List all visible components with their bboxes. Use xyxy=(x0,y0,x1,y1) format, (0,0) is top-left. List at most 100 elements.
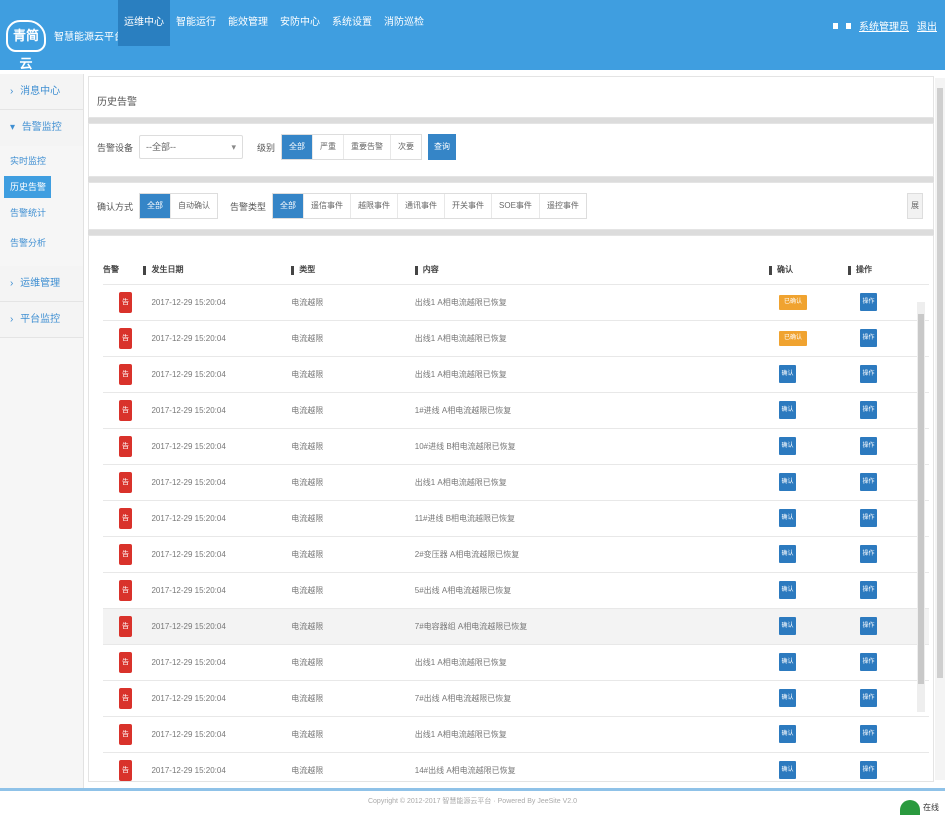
table-row[interactable]: 告 2017-12-29 15:20:04 电流越限 7#出线 A相电流越限已恢复 确认… xyxy=(103,679,929,716)
expand-button[interactable]: 展 xyxy=(907,193,923,219)
nav-item[interactable]: 能效管理 xyxy=(222,0,274,46)
sort-icon[interactable] xyxy=(143,265,147,275)
confirm-button[interactable]: 确认 xyxy=(779,401,797,419)
column-header[interactable]: 确认 xyxy=(769,256,848,284)
logout-link[interactable]: 退出 xyxy=(917,18,937,33)
filter-option[interactable]: 遥控事件 xyxy=(540,194,586,218)
operation-button[interactable]: 操作 xyxy=(859,653,877,671)
page-scrollbar[interactable] xyxy=(935,78,945,780)
scroll-thumb[interactable] xyxy=(918,314,924,684)
operation-button[interactable]: 操作 xyxy=(859,473,877,491)
column-header[interactable]: 发生日期 xyxy=(143,256,291,284)
sidebar-group[interactable]: › 消息中心 xyxy=(0,74,83,110)
page-scroll-thumb[interactable] xyxy=(937,88,943,678)
confirm-button[interactable]: 确认 xyxy=(779,437,797,455)
operation-button[interactable]: 操作 xyxy=(859,689,877,707)
alarm-icon[interactable]: 告 xyxy=(119,759,132,781)
operation-button[interactable]: 操作 xyxy=(859,581,877,599)
nav-item[interactable]: 智能运行 xyxy=(170,0,222,46)
alarm-icon[interactable]: 告 xyxy=(119,363,132,385)
sidebar-group[interactable]: › 运维管理 xyxy=(0,266,83,302)
table-row[interactable]: 告 2017-12-29 15:20:04 电流越限 出线1 A相电流越限已恢复 确认 操… xyxy=(103,643,929,680)
confirm-button[interactable]: 确认 xyxy=(779,689,797,707)
alarm-icon[interactable]: 告 xyxy=(119,435,132,457)
filter-option[interactable]: 越限事件 xyxy=(351,194,399,218)
device-select[interactable]: --全部-- xyxy=(139,135,244,159)
operation-button[interactable]: 操作 xyxy=(859,437,877,455)
nav-item[interactable]: 安防中心 xyxy=(274,0,326,46)
confirmed-badge[interactable]: 已确认 xyxy=(779,330,808,346)
sidebar-subitem[interactable]: 告警统计 xyxy=(0,198,83,228)
alarm-icon[interactable]: 告 xyxy=(119,723,132,745)
filter-option[interactable]: 全部 xyxy=(282,135,314,159)
alarm-icon[interactable]: 告 xyxy=(119,471,132,493)
operation-button[interactable]: 操作 xyxy=(859,509,877,527)
table-row[interactable]: 告 2017-12-29 15:20:04 电流越限 14#出线 A相电流越限已恢复确… xyxy=(103,751,929,788)
operation-button[interactable]: 操作 xyxy=(859,617,877,635)
confirmed-badge[interactable]: 已确认 xyxy=(779,294,808,310)
sidebar-group[interactable]: ▾ 告警监控 xyxy=(0,110,83,146)
filter-option[interactable]: SOE事件 xyxy=(492,194,540,218)
column-header[interactable]: 内容 xyxy=(414,256,769,284)
confirm-button[interactable]: 确认 xyxy=(779,509,797,527)
alarm-icon[interactable]: 告 xyxy=(119,579,132,601)
alarm-icon[interactable]: 告 xyxy=(119,687,132,709)
filter-option[interactable]: 开关事件 xyxy=(445,194,493,218)
filter-option[interactable]: 自动确认 xyxy=(171,194,217,218)
nav-item[interactable]: 系统设置 xyxy=(326,0,378,46)
alarm-icon[interactable]: 告 xyxy=(119,543,132,565)
table-row[interactable]: 告 2017-12-29 15:20:04 电流越限 7#电容器组 A相电流越限已恢复… xyxy=(103,607,929,644)
confirm-button[interactable]: 确认 xyxy=(779,545,797,563)
nav-item[interactable]: 消防巡检 xyxy=(378,0,430,46)
online-chat-widget[interactable]: 在线 xyxy=(900,800,939,815)
filter-option[interactable]: 全部 xyxy=(273,194,305,218)
table-row[interactable]: 告 2017-12-29 15:20:04 电流越限 出线1 A相电流越限已恢复 确认 操… xyxy=(103,715,929,752)
table-row[interactable]: 告 2017-12-29 15:20:04 电流越限 1#进线 A相电流越限已恢复 确认… xyxy=(103,391,929,428)
chat-label[interactable]: 在线 xyxy=(923,802,939,813)
notification-icon[interactable] xyxy=(833,22,838,29)
alarm-icon[interactable]: 告 xyxy=(119,327,132,349)
sort-icon[interactable] xyxy=(414,265,418,275)
operation-button[interactable]: 操作 xyxy=(859,545,877,563)
sort-icon[interactable] xyxy=(291,265,295,275)
table-row[interactable]: 告 2017-12-29 15:20:04 电流越限 10#进线 B相电流越限已恢复确… xyxy=(103,427,929,464)
alarm-icon[interactable]: 告 xyxy=(119,615,132,637)
alarm-icon[interactable]: 告 xyxy=(119,291,132,313)
alarm-icon[interactable]: 告 xyxy=(119,651,132,673)
sidebar-subitem[interactable]: 实时监控 xyxy=(0,146,83,176)
operation-button[interactable]: 操作 xyxy=(859,401,877,419)
confirm-button[interactable]: 确认 xyxy=(779,365,797,383)
sidebar-subitem[interactable]: 告警分析 xyxy=(0,228,83,258)
nav-item[interactable]: 运维中心 xyxy=(118,0,170,46)
table-row[interactable]: 告 2017-12-29 15:20:04 电流越限 11#进线 B相电流越限已恢复确… xyxy=(103,499,929,536)
user-link[interactable]: 系统管理员 xyxy=(859,18,909,33)
filter-option[interactable]: 通讯事件 xyxy=(398,194,446,218)
filter-option[interactable]: 全部 xyxy=(140,194,172,218)
operation-button[interactable]: 操作 xyxy=(859,761,877,780)
filter-option[interactable]: 重要告警 xyxy=(344,135,392,159)
table-row[interactable]: 告 2017-12-29 15:20:04 电流越限 出线1 A相电流越限已恢复 已确认… xyxy=(103,283,929,320)
column-header[interactable]: 告警 xyxy=(103,256,143,284)
operation-button[interactable]: 操作 xyxy=(859,725,877,743)
table-scrollbar[interactable] xyxy=(917,302,925,712)
table-row[interactable]: 告 2017-12-29 15:20:04 电流越限 2#变压器 A相电流越限已恢复确… xyxy=(103,535,929,572)
alarm-icon[interactable]: 告 xyxy=(119,399,132,421)
column-header[interactable]: 操作 xyxy=(847,256,929,284)
filter-option[interactable]: 遥信事件 xyxy=(304,194,352,218)
alarm-icon[interactable]: 告 xyxy=(119,507,132,529)
confirm-button[interactable]: 确认 xyxy=(779,725,797,743)
sort-icon[interactable] xyxy=(847,265,851,275)
brand-logo[interactable]: 青简云 xyxy=(6,20,46,71)
operation-button[interactable]: 操作 xyxy=(859,329,877,347)
table-row[interactable]: 告 2017-12-29 15:20:04 电流越限 出线1 A相电流越限已恢复 已确认… xyxy=(103,319,929,356)
confirm-button[interactable]: 确认 xyxy=(779,581,797,599)
filter-option[interactable]: 严重 xyxy=(313,135,345,159)
confirm-button[interactable]: 确认 xyxy=(779,473,797,491)
operation-button[interactable]: 操作 xyxy=(859,365,877,383)
confirm-button[interactable]: 确认 xyxy=(779,617,797,635)
chat-icon[interactable] xyxy=(900,800,920,815)
table-row[interactable]: 告 2017-12-29 15:20:04 电流越限 5#出线 A相电流越限已恢复 确认… xyxy=(103,571,929,608)
column-header[interactable]: 类型 xyxy=(291,256,414,284)
sort-icon[interactable] xyxy=(769,265,773,275)
message-icon[interactable] xyxy=(846,22,851,29)
